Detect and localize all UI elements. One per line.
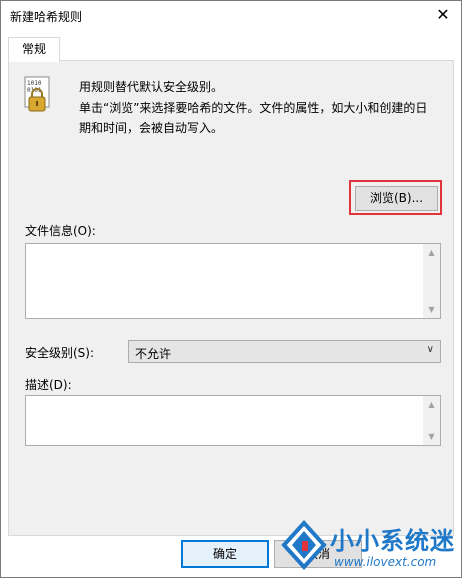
scroll-up-icon[interactable]: ▲ xyxy=(423,396,440,413)
chevron-down-icon: ∨ xyxy=(426,344,434,355)
close-icon[interactable]: ✕ xyxy=(425,1,461,31)
ok-button[interactable]: 确定 xyxy=(181,540,269,568)
new-hash-rule-dialog: 新建哈希规则 ✕ 常规 1010 0101 用规则替代默认安全级别。 单击“浏览… xyxy=(0,0,462,578)
general-tab-panel: 1010 0101 用规则替代默认安全级别。 单击“浏览”来选择要哈希的文件。文… xyxy=(8,60,454,536)
tab-strip: 常规 xyxy=(1,37,461,62)
file-info-label: 文件信息(O): xyxy=(25,224,96,238)
lock-document-icon: 1010 0101 xyxy=(24,76,50,112)
tab-general[interactable]: 常规 xyxy=(8,37,60,62)
security-level-select[interactable]: 不允许 ∨ xyxy=(128,340,441,363)
watermark-url: www.ilovext.com xyxy=(334,555,437,569)
description-line-1: 用规则替代默认安全级别。 xyxy=(79,80,224,94)
svg-text:1010: 1010 xyxy=(27,80,42,87)
security-level-value: 不允许 xyxy=(135,347,172,361)
description-textarea[interactable]: ▲ ▼ xyxy=(25,395,441,446)
scroll-up-icon[interactable]: ▲ xyxy=(423,244,440,261)
window-title: 新建哈希规则 xyxy=(10,10,83,24)
title-bar: 新建哈希规则 ✕ xyxy=(1,1,461,31)
scroll-down-icon[interactable]: ▼ xyxy=(423,301,440,318)
scroll-down-icon[interactable]: ▼ xyxy=(423,428,440,445)
description-label: 描述(D): xyxy=(25,378,72,392)
browse-highlight: 浏览(B)... xyxy=(349,180,442,215)
file-info-scrollbar[interactable]: ▲ ▼ xyxy=(423,244,440,318)
watermark: 小小系统迷 www.ilovext.com xyxy=(276,515,462,578)
browse-button[interactable]: 浏览(B)... xyxy=(355,186,438,211)
description-scrollbar[interactable]: ▲ ▼ xyxy=(423,396,440,445)
file-info-textarea[interactable]: ▲ ▼ xyxy=(25,243,441,319)
description-line-2: 单击“浏览”来选择要哈希的文件。文件的属性，如大小和创建的日期和时间，会被自动写… xyxy=(79,101,428,135)
watermark-logo-icon xyxy=(281,520,327,570)
watermark-title: 小小系统迷 xyxy=(330,527,455,555)
security-level-label: 安全级别(S): xyxy=(25,346,95,360)
